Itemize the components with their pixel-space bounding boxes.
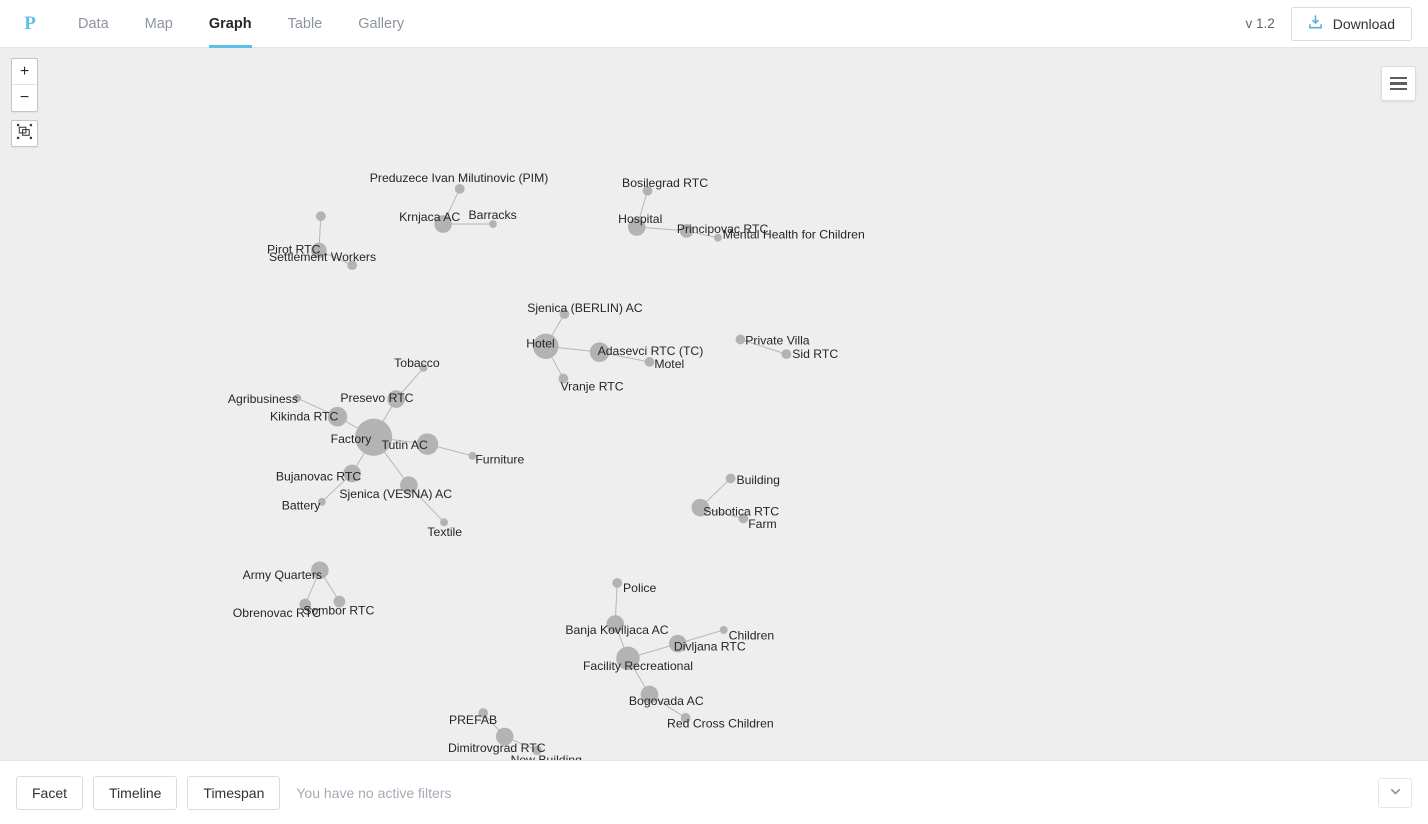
fit-to-screen-icon (16, 123, 33, 145)
graph-node-label: Tobacco (394, 356, 440, 370)
filter-bar: Facet Timeline Timespan You have no active… (0, 760, 1428, 824)
graph-node-label: Textile (427, 525, 462, 539)
app-logo[interactable]: P (0, 13, 60, 35)
graph-node-label: Facility Recreational (583, 659, 693, 673)
tab-map[interactable]: Map (127, 0, 191, 48)
graph-node-label: Adasevci RTC (TC) (598, 344, 704, 358)
tab-table[interactable]: Table (270, 0, 341, 48)
graph-node-label: Private Villa (745, 333, 809, 347)
zoom-out-button[interactable]: − (12, 85, 37, 111)
main-nav: Data Map Graph Table Gallery (60, 0, 422, 48)
tab-graph[interactable]: Graph (191, 0, 270, 48)
graph-node-labels: Preduzece Ivan Milutinovic (PIM) Krnjaca … (228, 171, 865, 760)
download-icon (1308, 14, 1323, 33)
tab-label: Gallery (358, 15, 405, 32)
download-button[interactable]: Download (1290, 6, 1412, 41)
graph-node-label: Mental Health for Children (723, 228, 865, 242)
graph-canvas[interactable]: Preduzece Ivan Milutinovic (PIM) Krnjaca … (0, 48, 1428, 760)
graph-node-label: Barracks (469, 208, 517, 222)
graph-node-label: Army Quarters (243, 568, 322, 582)
graph-node-label: Tutin AC (381, 438, 428, 452)
graph-node-label: Hospital (618, 212, 662, 226)
zoom-controls: + − (11, 58, 38, 112)
graph-node-label: Police (623, 581, 656, 595)
graph-node[interactable] (719, 626, 728, 634)
graph-node[interactable] (315, 211, 326, 222)
graph-node-label: Krnjaca AC (399, 210, 460, 224)
tab-label: Table (287, 15, 323, 32)
graph-node-label: Sid RTC (792, 347, 838, 361)
tab-data[interactable]: Data (60, 0, 127, 48)
timespan-button[interactable]: Timespan (187, 775, 281, 810)
graph-node-label: Sjenica (BERLIN) AC (527, 301, 643, 315)
network-graph[interactable]: Preduzece Ivan Milutinovic (PIM) Krnjaca … (0, 48, 1428, 760)
graph-node[interactable] (725, 473, 736, 484)
graph-node[interactable] (781, 349, 792, 360)
graph-node-label: Building (736, 473, 780, 487)
tab-label: Map (144, 15, 173, 32)
app-root: P Data Map Graph Table Gallery v 1.2 Downloa… (0, 0, 1428, 824)
zoom-in-button[interactable]: + (12, 59, 37, 85)
graph-node-label: New Building (511, 753, 583, 760)
graph-node-label: Vranje RTC (560, 379, 623, 393)
collapse-panel-button[interactable] (1378, 777, 1412, 808)
hamburger-menu-icon-bar3 (1390, 87, 1407, 91)
facet-button[interactable]: Facet (16, 775, 84, 810)
graph-node-label: Red Cross Children (667, 717, 774, 731)
graph-node-label: Presevo RTC (340, 391, 413, 405)
graph-node-label: Agribusiness (228, 392, 298, 406)
graph-node-label: Banja Koviljaca AC (565, 623, 668, 637)
graph-node-label: Farm (748, 517, 777, 531)
filter-buttons: Facet Timeline Timespan (16, 775, 290, 810)
fit-to-screen-button[interactable] (11, 120, 38, 147)
graph-node-label: Factory (331, 432, 373, 446)
timeline-button[interactable]: Timeline (93, 775, 178, 810)
graph-node-label: Kikinda RTC (270, 410, 339, 424)
graph-node-label: Preduzece Ivan Milutinovic (PIM) (370, 171, 549, 185)
graph-node-label: Battery (282, 499, 322, 513)
graph-edges (297, 188, 787, 751)
header-right: v 1.2 Download (1245, 6, 1428, 41)
graph-node-label: Children (729, 629, 775, 643)
graph-node-label: PREFAB (449, 713, 497, 727)
app-header: P Data Map Graph Table Gallery v 1.2 Downloa… (0, 0, 1428, 48)
graph-node-label: Sombor RTC (303, 603, 374, 617)
filter-status-text: You have no active filters (296, 784, 452, 801)
hamburger-menu-icon (1390, 76, 1407, 80)
graph-node[interactable] (454, 183, 465, 194)
graph-menu-button[interactable] (1381, 66, 1416, 101)
tab-label: Data (78, 15, 109, 32)
download-button-label: Download (1332, 15, 1395, 32)
graph-node-label: Hotel (526, 336, 555, 350)
graph-node-label: Bujanovac RTC (276, 469, 362, 483)
chevron-down-icon (1389, 785, 1402, 801)
graph-node[interactable] (644, 357, 655, 367)
graph-node[interactable] (735, 334, 746, 345)
version-label: v 1.2 (1245, 16, 1275, 31)
graph-node-label: Settlement Workers (269, 250, 376, 264)
graph-node-label: Furniture (475, 453, 524, 467)
graph-node[interactable] (612, 578, 623, 588)
graph-node-label: Sjenica (VESNA) AC (339, 487, 452, 501)
graph-node-label: Motel (654, 357, 684, 371)
tab-label: Graph (208, 15, 252, 32)
hamburger-menu-icon-bar2 (1390, 82, 1407, 85)
graph-nodes (293, 183, 792, 756)
graph-node-label: Bogovada AC (629, 694, 704, 708)
tab-gallery[interactable]: Gallery (340, 0, 422, 48)
graph-node-label: Bosilegrad RTC (622, 176, 708, 190)
